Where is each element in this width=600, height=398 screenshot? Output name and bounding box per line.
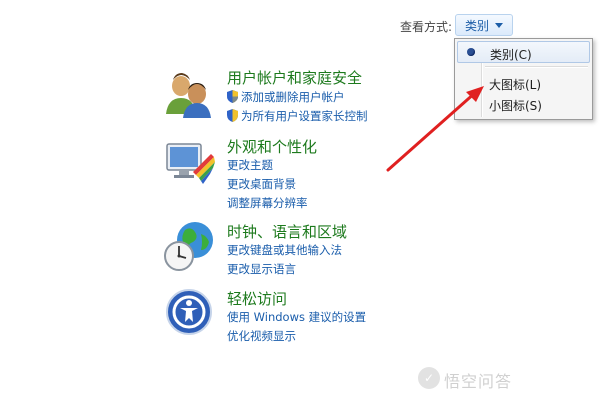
- category-title-users[interactable]: 用户帐户和家庭安全: [227, 67, 362, 88]
- category-title-ease-of-access[interactable]: 轻松访问: [227, 288, 287, 309]
- users-icon[interactable]: [163, 68, 215, 120]
- watermark-text: 悟空问答: [444, 372, 513, 391]
- watermark-logo-icon: ✓: [418, 367, 440, 389]
- radio-selected-icon: [467, 48, 475, 56]
- arrow-shaft: [386, 90, 478, 172]
- link-change-theme[interactable]: 更改主题: [227, 157, 273, 173]
- clock-globe-icon[interactable]: [163, 220, 217, 274]
- link-parental-controls[interactable]: 为所有用户设置家长控制: [227, 108, 368, 124]
- annotation-arrow: [386, 86, 484, 172]
- menu-separator: [485, 66, 588, 68]
- link-label: 为所有用户设置家长控制: [241, 109, 368, 123]
- link-label: 添加或删除用户帐户: [241, 90, 345, 104]
- menu-item-label: 类别(C): [490, 48, 532, 62]
- link-change-background[interactable]: 更改桌面背景: [227, 176, 296, 192]
- uac-shield-icon: [227, 109, 238, 122]
- ease-of-access-icon[interactable]: [165, 288, 213, 336]
- link-add-remove-accounts[interactable]: 添加或删除用户帐户: [227, 89, 345, 105]
- menu-item-label: 小图标(S): [489, 99, 542, 113]
- appearance-icon[interactable]: [163, 138, 215, 190]
- category-title-appearance[interactable]: 外观和个性化: [227, 136, 317, 157]
- link-optimize-video[interactable]: 优化视频显示: [227, 328, 296, 344]
- uac-shield-icon: [227, 90, 238, 103]
- link-change-display-language[interactable]: 更改显示语言: [227, 261, 296, 277]
- category-title-clock-region[interactable]: 时钟、语言和区域: [227, 221, 347, 242]
- chevron-down-icon: [495, 22, 503, 28]
- view-by-selected: 类别: [464, 18, 489, 33]
- view-by-dropdown[interactable]: 类别: [455, 14, 513, 36]
- view-by-label: 查看方式:: [400, 20, 453, 34]
- link-screen-resolution[interactable]: 调整屏幕分辨率: [227, 195, 308, 211]
- link-change-keyboard[interactable]: 更改键盘或其他输入法: [227, 242, 342, 258]
- menu-item-label: 大图标(L): [489, 78, 542, 92]
- link-windows-recommended[interactable]: 使用 Windows 建议的设置: [227, 309, 366, 325]
- menu-item-category[interactable]: 类别(C): [457, 41, 590, 63]
